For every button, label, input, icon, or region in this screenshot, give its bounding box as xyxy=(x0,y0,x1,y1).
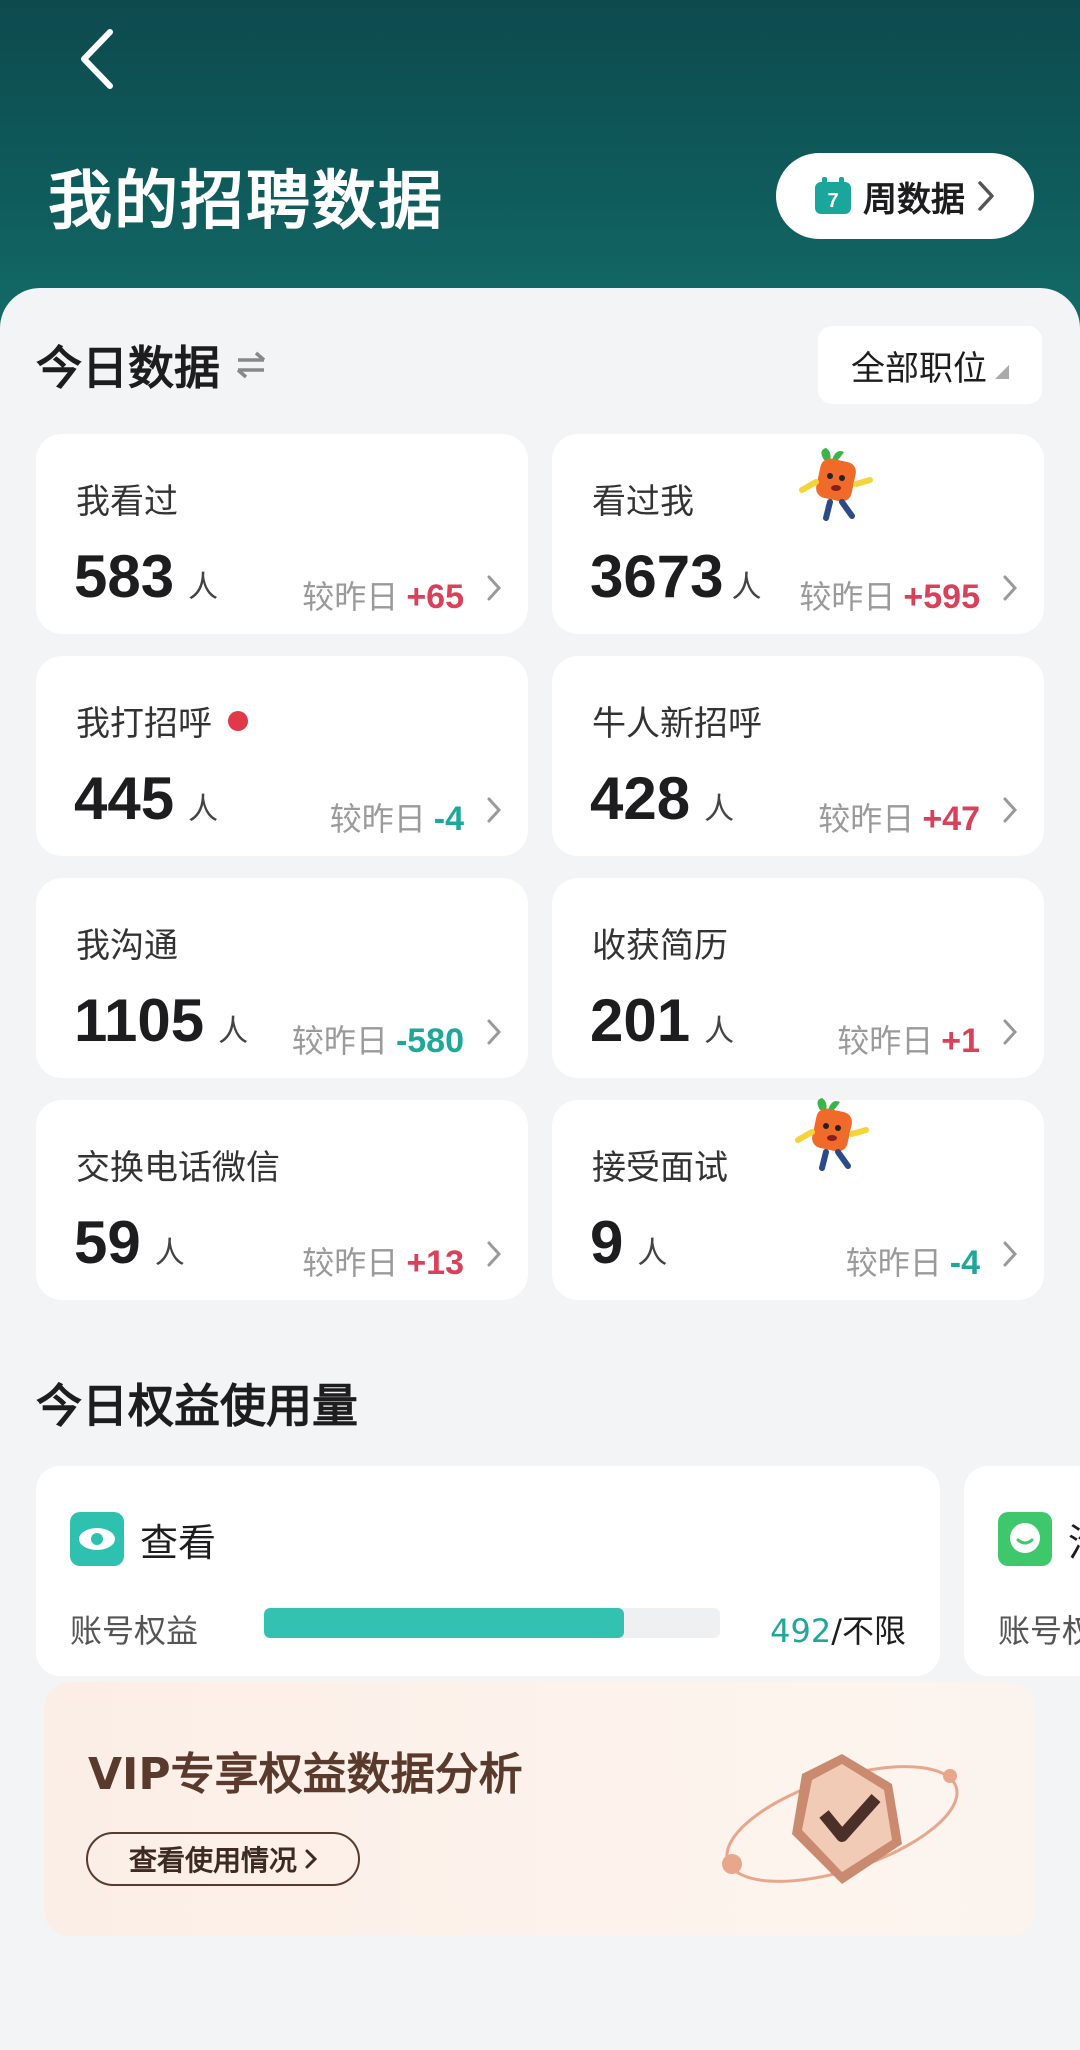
quota-progress-bar xyxy=(264,1608,720,1638)
stat-label: 接受面试 xyxy=(592,1148,728,1188)
quota-section-title: 今日权益使用量 xyxy=(36,1379,358,1433)
chevron-right-icon xyxy=(1003,797,1018,823)
stat-card-viewed[interactable]: 我看过 583 人 较昨日 +65 xyxy=(36,434,528,634)
stat-compare: 较昨日 +47 xyxy=(818,800,980,838)
stat-compare: 较昨日 -580 xyxy=(291,1022,464,1060)
chevron-right-icon xyxy=(487,1241,502,1267)
calendar-icon: 7 xyxy=(815,177,851,214)
stat-card-exchanged-contact[interactable]: 交换电话微信 59 人 较昨日 +13 xyxy=(36,1100,528,1300)
chat-icon xyxy=(998,1512,1052,1566)
stat-card-resumes[interactable]: 收获简历 201 人 较昨日 +1 xyxy=(552,878,1044,1078)
stat-compare: 较昨日 +1 xyxy=(837,1022,980,1060)
eye-icon xyxy=(70,1512,124,1566)
position-filter-label: 全部职位 xyxy=(851,348,987,389)
quota-card-chat[interactable]: 沟 账号权益 xyxy=(964,1466,1080,1676)
stat-card-communicated[interactable]: 我沟通 1105 人 较昨日 -580 xyxy=(36,878,528,1078)
stat-compare: 较昨日 +13 xyxy=(302,1244,464,1282)
quota-name: 查看 xyxy=(140,1521,217,1565)
chevron-right-icon xyxy=(487,797,502,823)
stat-label: 我看过 xyxy=(76,482,178,522)
quota-value: 492/不限 xyxy=(770,1612,906,1650)
stat-value: 9人 xyxy=(590,1209,668,1276)
swap-icon[interactable] xyxy=(234,350,268,380)
stat-compare: 较昨日 +595 xyxy=(799,578,980,616)
stat-delta: +595 xyxy=(903,578,980,616)
chevron-right-icon xyxy=(487,1019,502,1045)
stat-value: 3673 人 xyxy=(590,543,762,610)
stat-value: 59 人 xyxy=(74,1209,185,1276)
quota-name: 沟 xyxy=(1068,1512,1080,1567)
today-data-title: 今日数据 xyxy=(36,341,220,395)
stat-delta: +1 xyxy=(941,1022,980,1060)
stat-delta: +47 xyxy=(922,800,980,838)
week-data-button[interactable]: 7 周数据 xyxy=(776,153,1034,239)
position-filter-dropdown[interactable]: 全部职位 xyxy=(818,326,1042,404)
week-data-label: 周数据 xyxy=(863,179,965,220)
vip-title: VIP专享权益数据分析 xyxy=(88,1749,523,1800)
stat-label: 交换电话微信 xyxy=(76,1148,280,1188)
stat-card-greeted[interactable]: 我打招呼 445 人 较昨日 -4 xyxy=(36,656,528,856)
quota-sub-label: 账号权益 xyxy=(998,1612,1080,1650)
stat-value: 201 人 xyxy=(590,987,735,1054)
stat-compare: 较昨日 -4 xyxy=(845,1244,980,1282)
chevron-right-icon xyxy=(978,181,994,211)
stat-delta: +65 xyxy=(406,578,464,616)
stat-delta: -4 xyxy=(949,1244,980,1282)
dropdown-triangle-icon xyxy=(995,365,1009,379)
stat-label: 牛人新招呼 xyxy=(592,704,762,744)
page-title: 我的招聘数据 xyxy=(48,165,444,239)
stat-label: 我沟通 xyxy=(76,926,178,966)
chevron-right-icon xyxy=(1003,1019,1018,1045)
stat-compare: 较昨日 +65 xyxy=(302,578,464,616)
chevron-left-icon xyxy=(81,29,113,89)
notification-dot xyxy=(228,710,248,731)
stat-card-new-greetings[interactable]: 牛人新招呼 428 人 较昨日 +47 xyxy=(552,656,1044,856)
quota-card-view[interactable]: 查看 账号权益 492/不限 xyxy=(36,1466,940,1676)
stat-label: 看过我 xyxy=(592,482,694,522)
vip-analysis-banner[interactable]: VIP专享权益数据分析 查看使用情况 xyxy=(44,1682,1036,1936)
stat-delta: +13 xyxy=(406,1244,464,1282)
svg-text:7: 7 xyxy=(827,190,838,212)
heart-badge-icon xyxy=(722,1754,959,1884)
stat-value: 428 人 xyxy=(590,765,735,832)
back-button[interactable] xyxy=(70,24,122,94)
view-usage-button[interactable]: 查看使用情况 xyxy=(86,1832,360,1886)
carrot-mascot-sticker xyxy=(795,1098,869,1171)
stat-label: 收获简历 xyxy=(592,926,728,966)
stat-compare: 较昨日 -4 xyxy=(329,800,464,838)
stat-value: 1105 人 xyxy=(74,987,249,1054)
view-usage-label: 查看使用情况 xyxy=(128,1844,297,1877)
chevron-right-icon xyxy=(1003,1241,1018,1267)
today-data-section-title: 今日数据 xyxy=(36,332,268,398)
stat-value: 583 人 xyxy=(74,543,219,610)
stat-value: 445 人 xyxy=(74,765,219,832)
chevron-right-icon xyxy=(1003,575,1018,601)
stat-delta: -4 xyxy=(433,800,464,838)
chevron-right-icon xyxy=(305,1849,317,1869)
carrot-mascot-sticker xyxy=(799,448,873,521)
stat-delta: -580 xyxy=(395,1022,464,1060)
stat-label: 我打招呼 xyxy=(76,696,248,745)
quota-progress-fill xyxy=(264,1608,625,1638)
quota-sub-label: 账号权益 xyxy=(70,1612,199,1650)
chevron-right-icon xyxy=(487,575,502,601)
